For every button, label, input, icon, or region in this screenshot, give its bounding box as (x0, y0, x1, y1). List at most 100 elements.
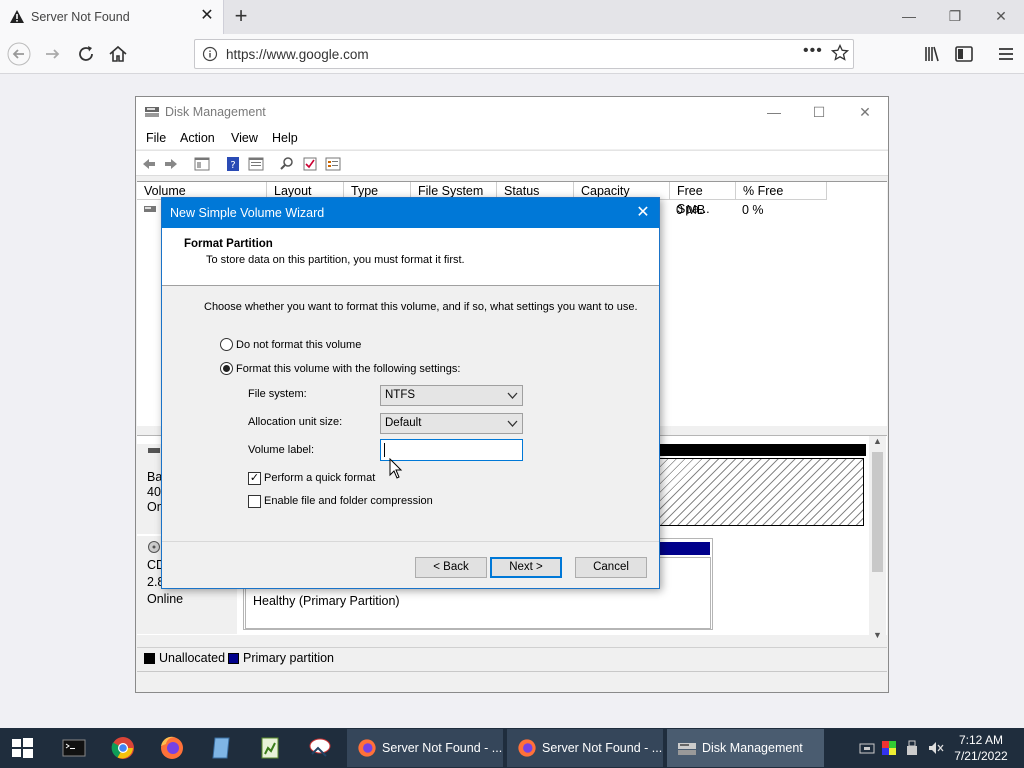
dm-menubar: File Action View Help (136, 127, 888, 149)
taskbar-firefox-2[interactable]: Server Not Found - ... (507, 729, 663, 767)
file-system-value: NTFS (385, 389, 416, 401)
label-alloc-size: Allocation unit size: (248, 416, 343, 428)
library-icon[interactable] (920, 42, 944, 66)
chevron-down-icon (507, 420, 518, 427)
graph-scrollbar[interactable]: ▲ ▼ (869, 436, 886, 644)
cancel-button[interactable]: Cancel (575, 557, 647, 578)
browser-tab[interactable]: Server Not Found ✕ (0, 0, 224, 34)
quick-format-checkbox[interactable]: ✓ (248, 472, 261, 485)
back-icon[interactable] (7, 42, 31, 66)
radio-no-format[interactable] (220, 338, 233, 351)
col-pct-free[interactable]: % Free (736, 182, 827, 200)
wizard-heading: Format Partition (184, 238, 273, 250)
minimize-icon[interactable]: — (898, 6, 920, 26)
terminal-icon[interactable] (60, 734, 88, 762)
wizard-instruction: Choose whether you want to format this v… (204, 301, 638, 313)
forward-icon[interactable] (41, 42, 65, 66)
new-tab-button[interactable]: + (230, 5, 252, 27)
start-windows-icon[interactable] (10, 736, 34, 760)
unallocated-partition[interactable] (659, 458, 864, 526)
taskbar-firefox-1[interactable]: Server Not Found - ... (347, 729, 503, 767)
spreadsheet-icon[interactable] (256, 734, 284, 762)
menu-icon[interactable] (994, 42, 1018, 66)
volume-mute-icon[interactable] (927, 739, 945, 757)
svg-text:?: ? (230, 160, 235, 171)
taskbar-disk-management[interactable]: Disk Management (667, 729, 824, 767)
radio-format[interactable] (220, 362, 233, 375)
chrome-icon[interactable] (109, 734, 137, 762)
firefox-icon (358, 739, 376, 757)
wizard-subheading: To store data on this partition, you mus… (206, 254, 465, 266)
settings-list-icon[interactable] (325, 156, 341, 172)
col-free-space[interactable]: Free Spa... (670, 182, 736, 216)
file-system-select[interactable]: NTFS (380, 385, 523, 406)
page-actions-icon[interactable]: ••• (803, 42, 823, 60)
cdrom-icon (148, 541, 160, 553)
row-pct-free: 0 % (742, 203, 764, 217)
home-icon[interactable] (106, 42, 130, 66)
bookmark-star-icon[interactable] (831, 44, 849, 62)
network-tray-icon[interactable] (858, 739, 876, 757)
text-caret (384, 443, 385, 457)
menu-action[interactable]: Action (180, 131, 215, 145)
dm-maximize-icon[interactable]: ☐ (805, 102, 833, 122)
task-label: Disk Management (702, 741, 803, 755)
taskbar-clock[interactable]: 7:12 AM 7/21/2022 (950, 732, 1012, 764)
alloc-size-select[interactable]: Default (380, 413, 523, 434)
close-window-icon[interactable]: ✕ (990, 6, 1012, 26)
check-icon[interactable] (302, 156, 318, 172)
new-simple-volume-wizard: New Simple Volume Wizard ✕ Format Partit… (161, 197, 660, 589)
firefox-icon[interactable] (158, 734, 186, 762)
dm-close-icon[interactable]: ✕ (851, 102, 879, 122)
url-bar[interactable]: https://www.google.com ••• (194, 39, 854, 69)
cdrom-partition-status: Healthy (Primary Partition) (253, 594, 400, 608)
next-button[interactable]: Next > (490, 557, 562, 578)
mouse-cursor-icon (389, 458, 403, 479)
restore-icon[interactable]: ❐ (944, 6, 966, 26)
color-tray-icon[interactable] (880, 739, 898, 757)
browser-tab-bar: Server Not Found ✕ + — ❐ ✕ (0, 0, 1024, 34)
reload-icon[interactable] (74, 42, 98, 66)
label-quick-format[interactable]: Perform a quick format (264, 472, 375, 484)
dm-minimize-icon[interactable]: — (760, 102, 788, 122)
unallocated-swatch (144, 653, 155, 664)
show-hide-tree-icon[interactable] (194, 156, 210, 172)
label-compression[interactable]: Enable file and folder compression (264, 495, 433, 507)
label-format[interactable]: Format this volume with the following se… (236, 363, 460, 375)
dm-toolbar: ? (136, 150, 888, 176)
notepad-icon[interactable] (207, 734, 235, 762)
scroll-down-icon[interactable]: ▼ (873, 630, 882, 640)
info-icon[interactable] (202, 46, 218, 62)
taskbar: Server Not Found - ... Server Not Found … (0, 728, 1024, 768)
back-button[interactable]: < Back (415, 557, 487, 578)
usb-tray-icon[interactable] (903, 739, 921, 757)
disk-icon (148, 448, 160, 453)
menu-help[interactable]: Help (272, 131, 298, 145)
wizard-header: Format Partition To store data on this p… (162, 228, 659, 286)
network-app-icon[interactable] (306, 734, 334, 762)
wizard-titlebar: New Simple Volume Wizard ✕ (162, 198, 659, 228)
wizard-close-icon[interactable]: ✕ (635, 204, 651, 222)
menu-view[interactable]: View (231, 131, 258, 145)
label-no-format[interactable]: Do not format this volume (236, 339, 361, 351)
scroll-thumb[interactable] (872, 452, 883, 572)
label-volume-label: Volume label: (248, 444, 315, 456)
row-free-space: 0 MB (676, 203, 706, 217)
sidebar-icon[interactable] (952, 42, 976, 66)
forward-arrow-icon[interactable] (163, 156, 179, 172)
rescan-icon[interactable] (279, 156, 295, 172)
cdrom-line3: Online (147, 592, 184, 606)
volume-icon (144, 206, 156, 212)
scroll-up-icon[interactable]: ▲ (873, 436, 882, 446)
properties-icon[interactable] (248, 156, 264, 172)
dm-status-bar (137, 671, 887, 692)
legend-primary: Primary partition (243, 651, 334, 665)
back-arrow-icon[interactable] (141, 156, 157, 172)
disk-management-icon (678, 743, 696, 755)
help-icon[interactable]: ? (225, 156, 241, 172)
compression-checkbox[interactable] (248, 495, 261, 508)
url-text[interactable]: https://www.google.com (226, 47, 369, 62)
close-tab-icon[interactable]: ✕ (198, 7, 216, 25)
menu-file[interactable]: File (146, 131, 166, 145)
firefox-icon (518, 739, 536, 757)
